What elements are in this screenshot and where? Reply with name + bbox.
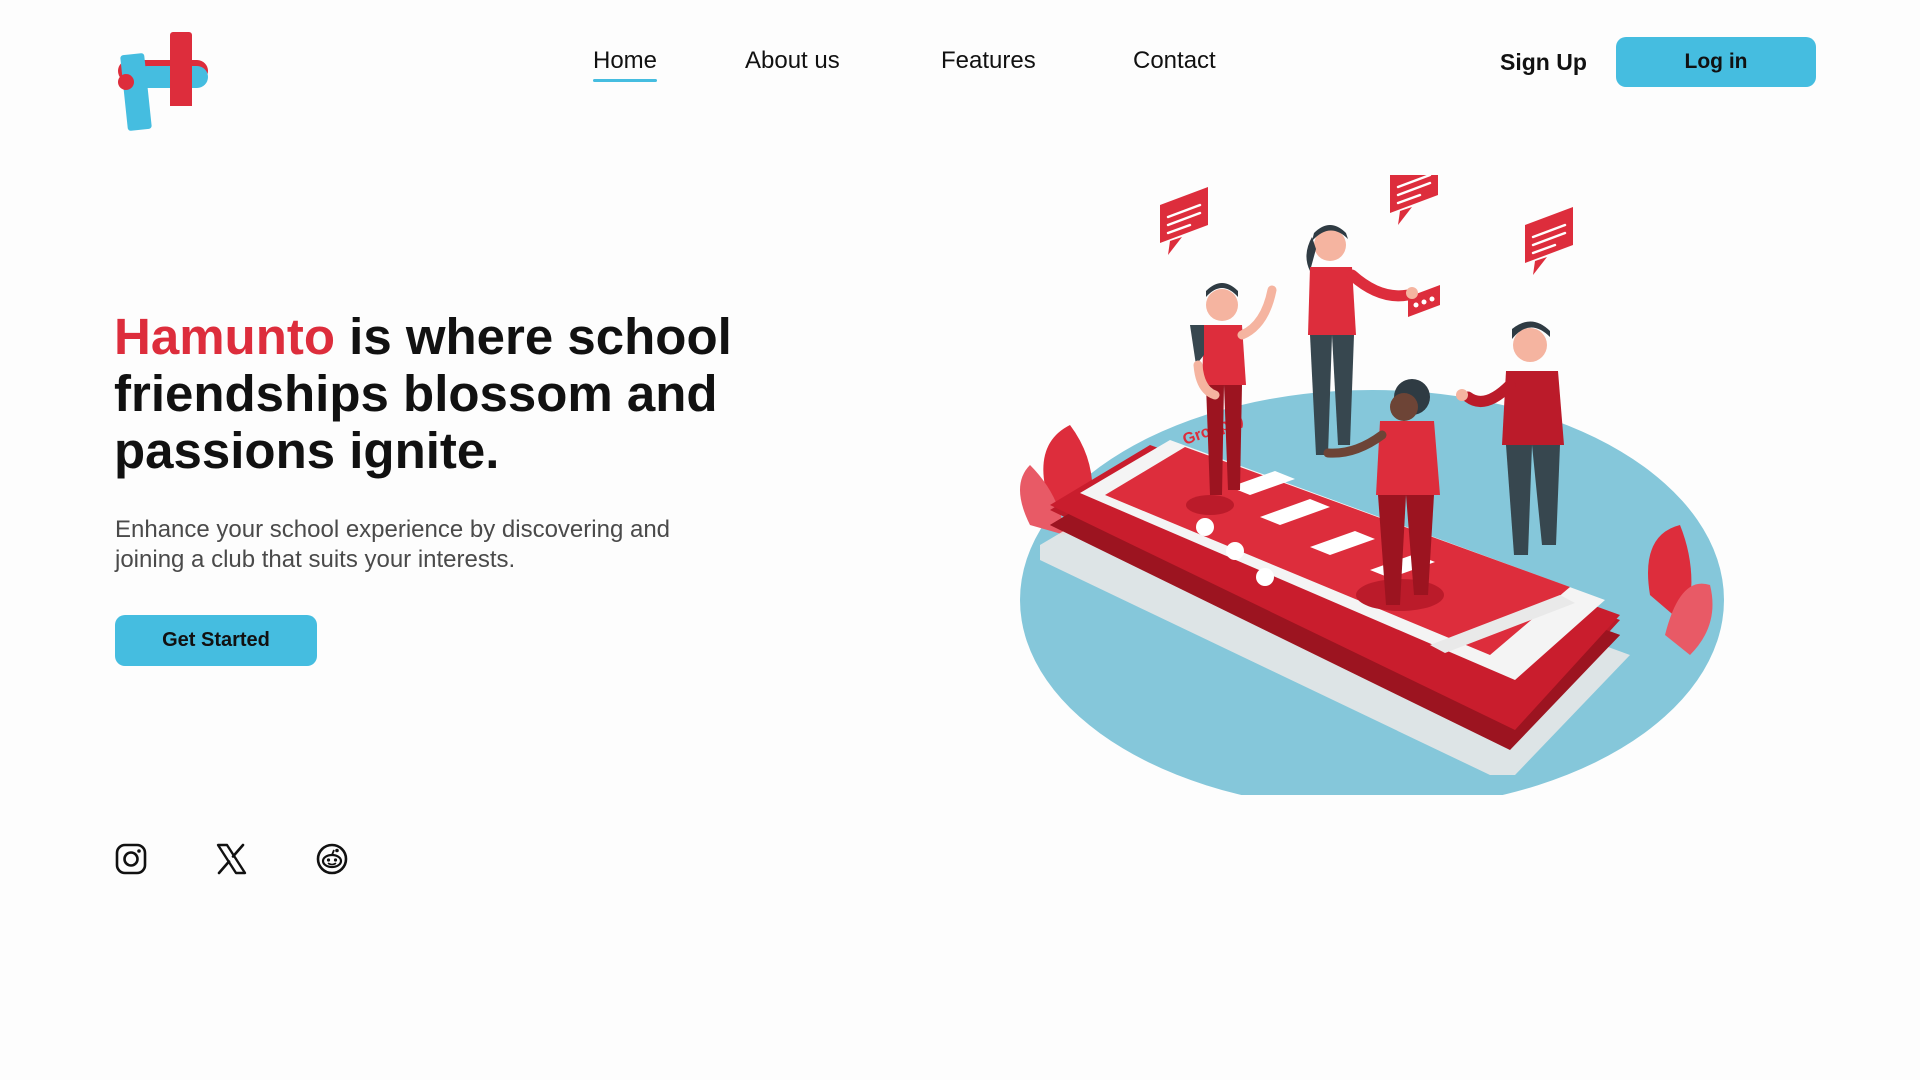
sign-up-link[interactable]: Sign Up xyxy=(1500,46,1587,78)
hero-subtitle: Enhance your school experience by discov… xyxy=(115,516,671,573)
brand-name: Hamunto xyxy=(114,308,335,365)
landing-page: Home About us Features Contact Sign Up L… xyxy=(0,0,1920,1080)
get-started-button[interactable]: Get Started xyxy=(115,615,317,666)
nav-home[interactable]: Home xyxy=(593,44,658,82)
instagram-icon[interactable] xyxy=(114,842,148,876)
log-in-button[interactable]: Log in xyxy=(1616,37,1816,87)
nav-features[interactable]: Features xyxy=(941,44,1036,78)
nav-contact[interactable]: Contact xyxy=(1133,44,1216,78)
hero-title: Hamunto is where school friendships blos… xyxy=(114,308,754,479)
x-twitter-icon[interactable] xyxy=(214,842,248,876)
students-chatting-on-phone-illustration: Group :) xyxy=(1010,159,1740,810)
nav-about-us[interactable]: About us xyxy=(745,44,840,78)
reddit-icon[interactable] xyxy=(315,842,349,876)
